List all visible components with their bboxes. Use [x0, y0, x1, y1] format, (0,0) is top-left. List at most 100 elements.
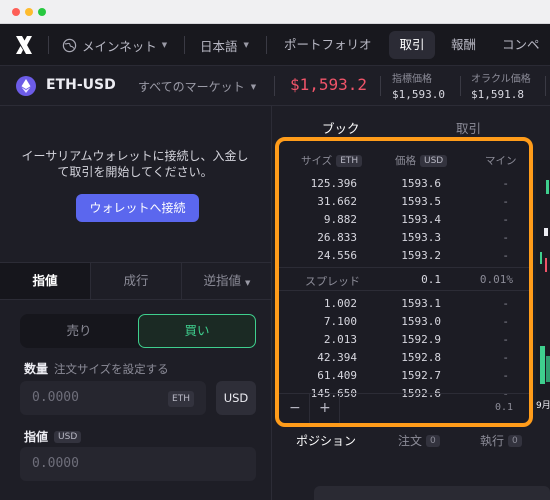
globe-icon [62, 38, 77, 52]
bid-row[interactable]: 7.100 1593.0 - [279, 313, 529, 331]
chevron-down-icon: ▼ [161, 41, 168, 49]
oracle-price-value: $1,591.8 [471, 88, 524, 101]
bid-mine: - [502, 369, 509, 382]
bid-row[interactable]: 2.013 1592.9 - [279, 331, 529, 349]
bid-size: 61.409 [317, 369, 357, 382]
bid-size: 42.394 [317, 351, 357, 364]
index-price-value: $1,593.0 [392, 88, 445, 101]
tab-stop[interactable]: 逆指値 ▼ [182, 263, 272, 299]
nav-link-rewards[interactable]: 報酬 [451, 36, 476, 54]
ask-row[interactable]: 9.882 1593.4 - [279, 211, 529, 229]
all-markets-dropdown[interactable]: すべてのマーケット ▼ [138, 78, 256, 95]
window-titlebar [0, 0, 550, 24]
ask-size: 26.833 [317, 231, 357, 244]
market-bar: ETH-USD すべてのマーケット ▼ $1,593.2 指標価格 $1,593… [0, 66, 550, 106]
sell-button[interactable]: 売り [20, 314, 138, 348]
orders-count-badge: 0 [426, 434, 440, 447]
book-tabs: ブック 取引 [272, 116, 550, 138]
tab-orders[interactable]: 注文 0 [398, 432, 440, 449]
limit-price-input[interactable]: 0.0000 [20, 447, 256, 481]
market-divider [545, 76, 546, 96]
bid-row[interactable]: 61.409 1592.7 - [279, 367, 529, 385]
footer-divider [309, 394, 310, 423]
size-label: 数量 [24, 362, 49, 376]
chevron-down-icon: ▼ [250, 82, 257, 91]
price-column-unit: USD [420, 154, 448, 167]
bid-size: 1.002 [323, 297, 357, 310]
column-header-mine: マイン [485, 155, 517, 167]
ask-row[interactable]: 125.396 1593.6 - [279, 175, 529, 193]
ask-size: 24.556 [317, 249, 357, 262]
ethereum-icon [16, 76, 36, 96]
tab-limit[interactable]: 指値 [0, 263, 91, 299]
column-header-size: サイズ ETH [301, 153, 363, 168]
language-label: 日本語 [200, 38, 238, 54]
tab-fills-label: 執行 [480, 434, 505, 448]
size-column-unit: ETH [336, 154, 363, 167]
bid-size: 7.100 [323, 315, 357, 328]
size-unit-badge: ETH [168, 391, 194, 407]
ask-price: 1593.4 [401, 213, 441, 226]
side-toggle: 売り 買い [20, 314, 256, 348]
market-symbol[interactable]: ETH-USD [46, 77, 116, 93]
top-navigation: メインネット ▼ 日本語 ▼ ポートフォリオ 取引 報酬 コンペ [0, 24, 550, 66]
ask-price: 1593.6 [401, 177, 441, 190]
size-placeholder: 0.0000 [32, 390, 79, 405]
nav-link-portfolio[interactable]: ポートフォリオ [284, 36, 372, 54]
chart-label-mark [544, 228, 548, 236]
increase-grouping-button[interactable]: + [319, 400, 331, 416]
usd-toggle-button[interactable]: USD [216, 381, 256, 415]
tab-fills[interactable]: 執行 0 [480, 432, 522, 449]
size-input[interactable]: 0.0000 ETH [20, 381, 206, 415]
candle [546, 180, 549, 194]
ask-price: 1593.5 [401, 195, 441, 208]
spread-row: スプレッド 0.1 0.01% [279, 267, 529, 291]
network-label: メインネット [82, 38, 157, 54]
bid-price: 1593.1 [401, 297, 441, 310]
nav-link-competition[interactable]: コンペ [502, 36, 540, 54]
nav-link-trade[interactable]: 取引 [389, 31, 435, 59]
nav-divider [266, 36, 267, 54]
minimize-window-button[interactable] [25, 8, 33, 16]
connect-wallet-button[interactable]: ウォレットへ接続 [76, 194, 199, 222]
bid-mine: - [502, 351, 509, 364]
size-field-label: 数量 注文サイズを設定する [24, 360, 169, 377]
fills-count-badge: 0 [508, 434, 522, 447]
tab-trades[interactable]: 取引 [456, 118, 481, 137]
grouping-value: 0.1 [494, 402, 513, 413]
decrease-grouping-button[interactable]: − [289, 400, 301, 416]
candle [546, 356, 550, 382]
orderbook-footer: − + 0.1 [279, 393, 529, 423]
limit-unit-badge: USD [54, 430, 82, 443]
candle [545, 258, 547, 272]
tab-orders-label: 注文 [398, 434, 423, 448]
market-divider [380, 76, 381, 96]
chart-date-label: 9月 [536, 400, 550, 410]
zoom-window-button[interactable] [38, 8, 46, 16]
all-markets-label: すべてのマーケット [138, 80, 245, 94]
ask-row[interactable]: 26.833 1593.3 - [279, 229, 529, 247]
candle [540, 252, 542, 264]
language-selector[interactable]: 日本語 ▼ [200, 36, 249, 54]
chevron-down-icon: ▼ [243, 41, 249, 49]
ask-row[interactable]: 31.662 1593.5 - [279, 193, 529, 211]
buy-button[interactable]: 買い [138, 314, 256, 348]
tab-positions[interactable]: ポジション [296, 432, 356, 449]
column-header-price: 価格 USD [395, 153, 448, 168]
bid-row[interactable]: 42.394 1592.8 - [279, 349, 529, 367]
tab-book[interactable]: ブック [322, 118, 360, 137]
bottom-panel-edge [314, 486, 550, 500]
spread-label: スプレッド [305, 275, 360, 288]
bid-price: 1593.0 [401, 315, 441, 328]
network-selector[interactable]: メインネット ▼ [62, 36, 167, 54]
bid-size: 2.013 [323, 333, 357, 346]
ask-mine: - [502, 249, 509, 262]
tab-positions-label: ポジション [296, 434, 357, 448]
dydx-logo-icon[interactable] [14, 34, 34, 56]
ask-row[interactable]: 24.556 1593.2 - [279, 247, 529, 265]
index-price-stat: 指標価格 $1,593.0 [392, 70, 445, 101]
close-window-button[interactable] [12, 8, 20, 16]
tab-market[interactable]: 成行 [91, 263, 182, 299]
bid-price: 1592.9 [401, 333, 441, 346]
bid-row[interactable]: 1.002 1593.1 - [279, 295, 529, 313]
